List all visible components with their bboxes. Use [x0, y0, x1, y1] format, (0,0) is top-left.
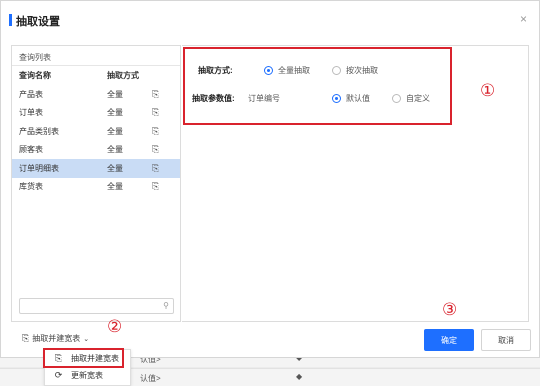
query-name: 产品类别表 — [19, 126, 59, 136]
close-icon[interactable]: × — [520, 13, 527, 25]
extract-menu-button[interactable]: ⎘ 抽取并建宽表 ⌄ — [22, 333, 89, 344]
table-row[interactable]: 产品表 全量 ⎘ — [12, 85, 180, 104]
search-box: ⚲ — [19, 298, 174, 317]
menu-item-label: 更新宽表 — [71, 371, 103, 380]
query-name: 产品表 — [19, 89, 43, 99]
annotation-number-2: ② — [107, 317, 123, 337]
table-row[interactable]: 顾客表 全量 ⎘ — [12, 141, 180, 160]
background-row-text: 认值> — [140, 374, 161, 383]
ok-button[interactable]: 确定 — [424, 329, 474, 351]
column-header-mode: 抽取方式 — [107, 71, 139, 80]
query-name: 订单明细表 — [12, 159, 100, 178]
annotation-box-2 — [43, 348, 124, 368]
extract-mode: 全量 — [107, 182, 123, 192]
annotation-box-1 — [183, 47, 452, 125]
query-table: 查询名称 抽取方式 产品表 全量 ⎘ 订单表 全量 ⎘ 产品类别表 全量 ⎘ 顾… — [12, 66, 180, 196]
column-header-name: 查询名称 — [19, 71, 51, 80]
table-row[interactable]: 产品类别表 全量 ⎘ — [12, 122, 180, 141]
extract-icon[interactable]: ⎘ — [150, 141, 180, 160]
extract-mode: 全量 — [100, 159, 150, 178]
dialog-title: 抽取设置 — [9, 13, 60, 29]
extract-icon[interactable]: ⎘ — [150, 159, 180, 178]
table-row[interactable]: 订单表 全量 ⎘ — [12, 104, 180, 123]
query-list-panel: 查询列表 查询名称 抽取方式 产品表 全量 ⎘ 订单表 全量 ⎘ 产品类别表 全… — [11, 45, 181, 322]
menu-item-update-wide-table[interactable]: ⟳ 更新宽表 — [45, 367, 130, 384]
extract-icon[interactable]: ⎘ — [150, 104, 180, 123]
diamond-icon: ◆ — [296, 372, 303, 381]
refresh-icon: ⟳ — [54, 370, 63, 380]
extract-menu-label: 抽取并建宽表 — [32, 334, 81, 343]
extract-mode: 全量 — [107, 89, 123, 99]
table-row-selected[interactable]: 订单明细表 全量 ⎘ — [12, 159, 180, 178]
query-name: 顾客表 — [19, 145, 43, 155]
extract-mode: 全量 — [107, 126, 123, 136]
extract-mode: 全量 — [107, 145, 123, 155]
extract-icon[interactable]: ⎘ — [150, 85, 180, 104]
search-icon[interactable]: ⚲ — [163, 301, 169, 310]
extract-icon[interactable]: ⎘ — [150, 122, 180, 141]
extract-icon[interactable]: ⎘ — [150, 178, 180, 197]
extract-icon: ⎘ — [22, 333, 30, 343]
query-name: 库货表 — [19, 182, 43, 192]
annotation-number-1: ① — [480, 81, 496, 101]
query-list-header: 查询列表 — [12, 46, 180, 66]
chevron-down-icon: ⌄ — [83, 335, 90, 343]
annotation-number-3: ③ — [442, 300, 458, 320]
query-name: 订单表 — [19, 108, 43, 118]
cancel-button[interactable]: 取消 — [481, 329, 531, 351]
table-row[interactable]: 库货表 全量 ⎘ — [12, 178, 180, 197]
extract-mode: 全量 — [107, 108, 123, 118]
search-input[interactable] — [20, 302, 155, 317]
